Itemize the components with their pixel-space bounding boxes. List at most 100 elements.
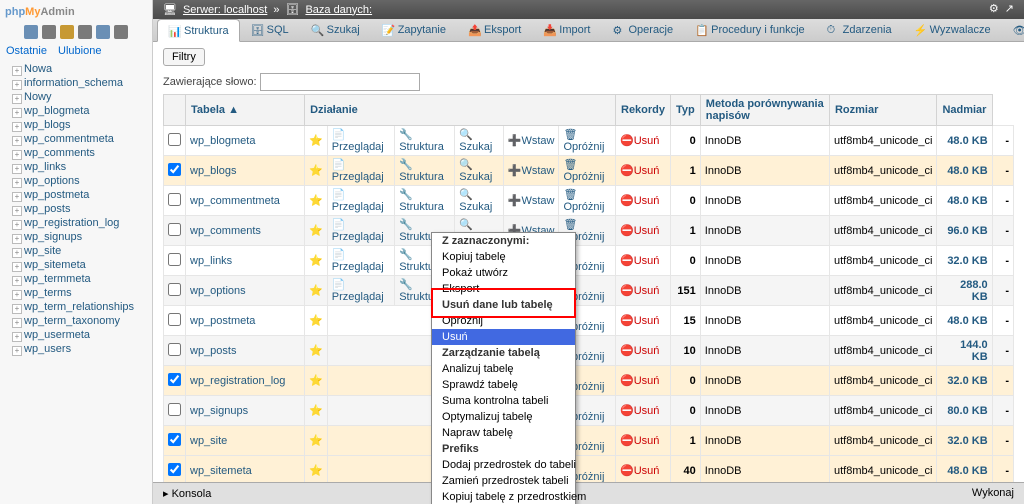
drop-link[interactable]: ⛔Usuń	[620, 255, 659, 267]
browse-link[interactable]: 📄Przeglądaj	[332, 279, 384, 303]
drop-link[interactable]: ⛔Usuń	[620, 315, 659, 327]
tab-import[interactable]: 📥Import	[532, 19, 601, 41]
row-check[interactable]	[168, 343, 181, 356]
ctx-item[interactable]: Dodaj przedrostek do tabeli	[432, 457, 575, 473]
row-check[interactable]	[168, 133, 181, 146]
row-check[interactable]	[168, 253, 181, 266]
table-name[interactable]: wp_comments	[190, 225, 261, 237]
tree-item[interactable]: wp_sitemeta	[6, 258, 152, 272]
tab-wyzwalacze[interactable]: ⚡Wyzwalacze	[903, 19, 1002, 41]
logout-icon[interactable]	[42, 25, 56, 39]
ctx-item[interactable]: Kopiuj tabelę	[432, 249, 575, 265]
tree-item[interactable]: wp_signups	[6, 230, 152, 244]
table-name[interactable]: wp_blogs	[190, 165, 236, 177]
struct-link[interactable]: 🔧Struktura	[399, 189, 444, 213]
table-name[interactable]: wp_commentmeta	[190, 195, 280, 207]
tab-recent[interactable]: Ostatnie	[6, 45, 47, 57]
tree-item[interactable]: wp_terms	[6, 286, 152, 300]
table-name[interactable]: wp_signups	[190, 405, 248, 417]
gear-icon[interactable]: ⚙	[989, 2, 999, 15]
bread-db[interactable]: Baza danych:	[305, 4, 372, 16]
drop-link[interactable]: ⛔Usuń	[620, 165, 659, 177]
tab-eksport[interactable]: 📤Eksport	[457, 19, 532, 41]
tree-item[interactable]: wp_links	[6, 160, 152, 174]
settings-icon[interactable]	[96, 25, 110, 39]
row-check[interactable]	[168, 223, 181, 236]
table-name[interactable]: wp_links	[190, 255, 232, 267]
empty-link[interactable]: 🗑Opróżnij	[563, 159, 604, 183]
row-check[interactable]	[168, 463, 181, 476]
browse-link[interactable]: 📄Przeglądaj	[332, 129, 384, 153]
reload-icon[interactable]	[114, 25, 128, 39]
browse-link[interactable]: 📄Przeglądaj	[332, 219, 384, 243]
drop-link[interactable]: ⛔Usuń	[620, 195, 659, 207]
table-name[interactable]: wp_registration_log	[190, 375, 285, 387]
ctx-item[interactable]: Usuń	[432, 329, 575, 345]
empty-link[interactable]: 🗑Opróżnij	[563, 129, 604, 153]
ctx-item[interactable]: Zamień przedrostek tabeli	[432, 473, 575, 489]
tab-zdarzenia[interactable]: ⏱Zdarzenia	[816, 19, 903, 41]
tree-item[interactable]: wp_term_taxonomy	[6, 314, 152, 328]
tab-fav[interactable]: Ulubione	[58, 45, 101, 57]
ctx-item[interactable]: Suma kontrolna tabeli	[432, 393, 575, 409]
tree-item[interactable]: wp_usermeta	[6, 328, 152, 342]
search-link[interactable]: 🔍Szukaj	[459, 129, 492, 153]
row-check[interactable]	[168, 313, 181, 326]
table-name[interactable]: wp_options	[190, 285, 246, 297]
tree-item[interactable]: Nowy	[6, 90, 152, 104]
tree-item[interactable]: wp_termmeta	[6, 272, 152, 286]
ctx-item[interactable]: Eksport	[432, 281, 575, 297]
drop-link[interactable]: ⛔Usuń	[620, 405, 659, 417]
tree-item[interactable]: wp_term_relationships	[6, 300, 152, 314]
exit-icon[interactable]: ↗	[1005, 2, 1014, 15]
ctx-item[interactable]: Kopiuj tabelę z przedrostkiem	[432, 489, 575, 504]
row-check[interactable]	[168, 163, 181, 176]
row-check[interactable]	[168, 403, 181, 416]
tree-item[interactable]: wp_site	[6, 244, 152, 258]
drop-link[interactable]: ⛔Usuń	[620, 435, 659, 447]
tab-szukaj[interactable]: 🔍Szukaj	[300, 19, 371, 41]
tree-item[interactable]: Nowa	[6, 62, 152, 76]
table-name[interactable]: wp_sitemeta	[190, 465, 252, 477]
table-name[interactable]: wp_blogmeta	[190, 135, 255, 147]
struct-link[interactable]: 🔧Struktura	[399, 129, 444, 153]
ctx-item[interactable]: Napraw tabelę	[432, 425, 575, 441]
struct-link[interactable]: 🔧Struktura	[399, 159, 444, 183]
table-name[interactable]: wp_site	[190, 435, 227, 447]
tree-item[interactable]: wp_commentmeta	[6, 132, 152, 146]
tab-zapytanie[interactable]: 📝Zapytanie	[371, 19, 457, 41]
tree-item[interactable]: information_schema	[6, 76, 152, 90]
tree-item[interactable]: wp_comments	[6, 146, 152, 160]
console-toggle[interactable]: Konsola	[172, 488, 212, 500]
tree-item[interactable]: wp_blogs	[6, 118, 152, 132]
tree-item[interactable]: wp_postmeta	[6, 188, 152, 202]
docs-icon[interactable]	[78, 25, 92, 39]
ctx-item[interactable]: Sprawdź tabelę	[432, 377, 575, 393]
drop-link[interactable]: ⛔Usuń	[620, 345, 659, 357]
home-icon[interactable]	[24, 25, 38, 39]
drop-link[interactable]: ⛔Usuń	[620, 285, 659, 297]
sql-icon[interactable]	[60, 25, 74, 39]
drop-link[interactable]: ⛔Usuń	[620, 375, 659, 387]
drop-link[interactable]: ⛔Usuń	[620, 465, 659, 477]
search-link[interactable]: 🔍Szukaj	[459, 189, 492, 213]
row-check[interactable]	[168, 373, 181, 386]
insert-link[interactable]: ➕Wstaw	[508, 195, 555, 207]
browse-link[interactable]: 📄Przeglądaj	[332, 249, 384, 273]
drop-link[interactable]: ⛔Usuń	[620, 225, 659, 237]
table-name[interactable]: wp_postmeta	[190, 315, 255, 327]
filter-button[interactable]: Filtry	[163, 48, 205, 66]
bread-server[interactable]: Serwer: localhost	[183, 4, 267, 16]
browse-link[interactable]: 📄Przeglądaj	[332, 159, 384, 183]
tree-item[interactable]: wp_options	[6, 174, 152, 188]
insert-link[interactable]: ➕Wstaw	[508, 135, 555, 147]
tree-item[interactable]: wp_blogmeta	[6, 104, 152, 118]
tab-procedury i funkcje[interactable]: 📋Procedury i funkcje	[684, 19, 816, 41]
tab-widok projektu[interactable]: 👁Widok projektu	[1002, 19, 1024, 41]
insert-link[interactable]: ➕Wstaw	[508, 165, 555, 177]
execute-button[interactable]: Wykonaj	[972, 487, 1014, 500]
ctx-item[interactable]: Optymalizuj tabelę	[432, 409, 575, 425]
row-check[interactable]	[168, 433, 181, 446]
tab-struktura[interactable]: 📊Struktura	[157, 19, 240, 42]
ctx-item[interactable]: Opróżnij	[432, 313, 575, 329]
